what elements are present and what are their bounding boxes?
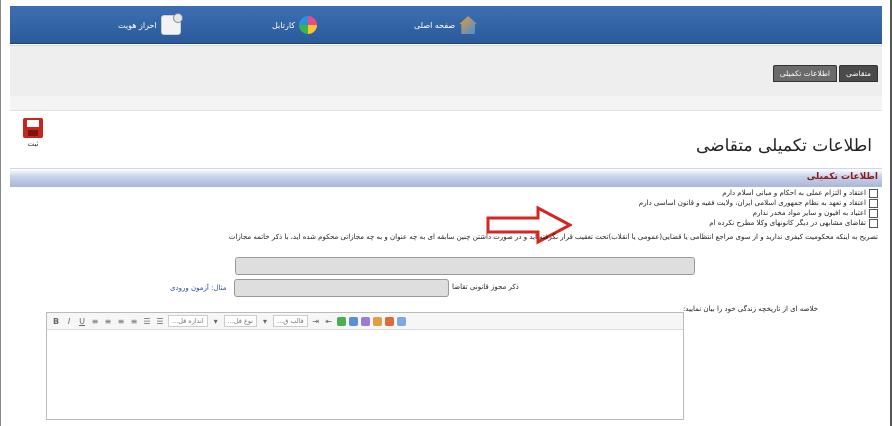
legal-license-example: مثال: آزمون ورودی: [170, 284, 227, 292]
section-title: اطلاعات تکمیلی: [806, 172, 878, 182]
underline-icon[interactable]: U: [77, 317, 87, 326]
nav-home[interactable]: صفحه اصلی: [414, 15, 478, 35]
page-title: اطلاعات تکمیلی متقاضی: [695, 136, 872, 156]
checkbox-row[interactable]: اعتیاد به افیون و سایر مواد مخدر ندارم: [639, 208, 878, 218]
biography-rich-text-editor: B I U ≡ ≡ ≡ ≡ ☰ ☰ اندازه قل... ▾ نوع قل.…: [46, 312, 684, 420]
declaration-checkboxes: اعتقاد و التزام عملی به احکام و مبانی اس…: [639, 188, 878, 228]
bulleted-list-icon[interactable]: ☰: [155, 317, 165, 326]
editor-toolbar: B I U ≡ ≡ ≡ ≡ ☰ ☰ اندازه قل... ▾ نوع قل.…: [47, 313, 683, 330]
nav-cartable-label: کارتابل: [272, 20, 296, 30]
nav-auth-label: احراز هویت: [118, 20, 157, 30]
save-button[interactable]: ثبت: [20, 118, 46, 148]
italic-icon[interactable]: I: [64, 317, 74, 326]
biography-textarea[interactable]: [47, 330, 683, 419]
justify-icon[interactable]: ≡: [129, 317, 139, 326]
checkbox[interactable]: [869, 198, 878, 208]
highlight-icon[interactable]: [384, 316, 394, 326]
checkbox[interactable]: [869, 208, 878, 218]
checkbox[interactable]: [869, 188, 878, 198]
indent-icon[interactable]: ⇥: [311, 317, 321, 326]
chevron-down-icon[interactable]: ▾: [260, 317, 270, 326]
align-center-icon[interactable]: ≡: [103, 317, 113, 326]
paragraph-style-select[interactable]: قالب ق...: [273, 315, 308, 327]
insert-link-icon[interactable]: [348, 316, 358, 326]
id-card-icon: [160, 13, 183, 35]
font-size-select[interactable]: اندازه قل...: [168, 315, 208, 327]
criminal-record-input[interactable]: [235, 257, 695, 275]
checkbox-label: اعتقاد و تعهد به نظام جمهوری اسلامی ایرا…: [638, 199, 866, 207]
insert-image-icon[interactable]: [336, 316, 346, 326]
align-right-icon[interactable]: ≡: [116, 317, 126, 326]
font-family-select[interactable]: نوع قل...: [223, 315, 258, 327]
tab-supplementary-info[interactable]: اطلاعات تکمیلی: [772, 65, 838, 82]
save-button-label: ثبت: [27, 140, 39, 148]
checkbox-label: تقاضای مشابهی در دیگر کانونهای وکلا مطرح…: [709, 219, 866, 227]
nav-auth[interactable]: احراز هویت: [118, 13, 183, 35]
checkbox-row[interactable]: اعتقاد و تعهد به نظام جمهوری اسلامی ایرا…: [639, 198, 878, 208]
chevron-down-icon[interactable]: ▾: [211, 317, 221, 326]
align-left-icon[interactable]: ≡: [90, 317, 100, 326]
top-navigation-bar: صفحه اصلی کارتابل احراز هویت: [10, 6, 882, 44]
tab-applicant[interactable]: متقاضی: [839, 65, 878, 82]
floppy-disk-icon: [23, 118, 43, 138]
remove-link-icon[interactable]: [360, 316, 370, 326]
biography-label: خلاصه ای از تاریخچه زندگی خود را بیان نم…: [682, 305, 818, 313]
bold-icon[interactable]: B: [51, 317, 61, 326]
numbered-list-icon[interactable]: ☰: [142, 317, 152, 326]
tab-list: متقاضی اطلاعات تکمیلی: [772, 65, 878, 82]
checkbox-label: اعتقاد و التزام عملی به احکام و مبانی اس…: [722, 189, 866, 197]
home-icon: [459, 16, 478, 34]
checkbox-label: اعتیاد به افیون و سایر مواد مخدر ندارم: [752, 209, 866, 217]
outdent-icon[interactable]: ⇤: [324, 317, 334, 326]
nav-home-label: صفحه اصلی: [414, 20, 456, 30]
tab-band: متقاضی اطلاعات تکمیلی: [10, 45, 882, 97]
legal-license-label: ذکر مجوز قانونی تقاضا: [452, 283, 519, 291]
checkbox-row[interactable]: اعتقاد و التزام عملی به احکام و مبانی اس…: [639, 188, 878, 198]
checkbox[interactable]: [869, 218, 878, 228]
text-color-icon[interactable]: [372, 316, 382, 326]
cartable-icon: [299, 16, 318, 34]
source-code-icon[interactable]: [396, 316, 406, 326]
separator-strip: [10, 96, 882, 111]
legal-license-input[interactable]: [234, 279, 449, 297]
nav-cartable[interactable]: کارتابل: [272, 15, 318, 35]
section-header: اطلاعات تکمیلی: [10, 168, 882, 187]
criminal-record-instruction: تصریح به اینکه محکومیت کیفری ندارید و از…: [228, 233, 878, 241]
checkbox-row[interactable]: تقاضای مشابهی در دیگر کانونهای وکلا مطرح…: [639, 218, 878, 228]
